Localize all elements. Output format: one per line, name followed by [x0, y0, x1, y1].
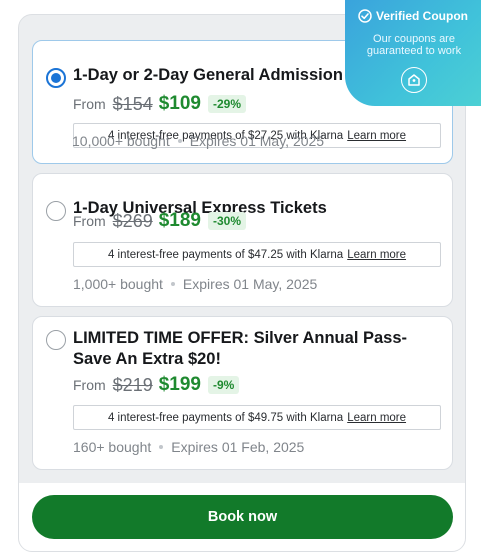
from-label: From [73, 96, 106, 112]
offer-title: LIMITED TIME OFFER: Silver Annual Pass- … [73, 329, 408, 368]
learn-more-link[interactable]: Learn more [347, 412, 406, 424]
old-price: $269 [112, 210, 153, 231]
new-price: $189 [158, 210, 201, 231]
radio-unselected[interactable] [46, 330, 66, 350]
discount-badge: -9% [208, 376, 240, 394]
badge-title: Verified Coupon [375, 9, 468, 23]
from-label: From [73, 377, 106, 393]
booking-footer: Book now [19, 483, 465, 551]
discount-badge: -30% [208, 212, 247, 230]
bought-count: 1,000+ bought [73, 276, 163, 292]
discount-badge: -29% [208, 95, 247, 113]
offer-meta: 160+ bought Expires 01 Feb, 2025 [73, 438, 304, 456]
old-price: $219 [112, 374, 153, 395]
offer-card-silver-annual-pass[interactable]: LIMITED TIME OFFER: Silver Annual Pass- … [32, 316, 453, 470]
expiry-date: Expires 01 May, 2025 [182, 276, 318, 292]
bought-count: 10,000+ bought [72, 133, 170, 149]
learn-more-link[interactable]: Learn more [347, 249, 406, 261]
klarna-payment-box: 4 interest-free payments of $47.25 with … [73, 242, 441, 267]
separator-dot [177, 139, 182, 143]
offer-card-universal-express[interactable]: 1-Day Universal Express Tickets From $26… [32, 173, 453, 307]
offer-meta: 10,000+ bought Expires 01 May, 2025 [72, 132, 324, 150]
from-label: From [73, 213, 106, 229]
book-now-button[interactable]: Book now [32, 495, 453, 539]
separator-dot [159, 445, 164, 449]
new-price: $199 [158, 374, 201, 395]
price-row: From $154 $109 -29% [73, 92, 247, 116]
separator-dot [170, 282, 175, 286]
radio-selected[interactable] [46, 68, 66, 88]
badge-subtitle: Our coupons are guaranteed to work [366, 33, 462, 57]
klarna-text: 4 interest-free payments of $47.25 with … [107, 248, 344, 261]
coupon-tag-icon [401, 67, 427, 93]
bought-count: 160+ bought [73, 439, 152, 455]
radio-unselected[interactable] [46, 201, 66, 221]
verified-coupon-badge: Verified Coupon Our coupons are guarante… [345, 0, 481, 106]
badge-header: Verified Coupon [345, 9, 481, 23]
old-price: $154 [112, 93, 153, 114]
price-row: From $219 $199 -9% [73, 373, 240, 397]
check-circle-icon [358, 9, 372, 23]
offer-meta: 1,000+ bought Expires 01 May, 2025 [73, 275, 317, 293]
new-price: $109 [158, 93, 201, 114]
expiry-date: Expires 01 Feb, 2025 [171, 439, 305, 455]
price-row: From $269 $189 -30% [73, 209, 247, 233]
expiry-date: Expires 01 May, 2025 [189, 133, 325, 149]
klarna-payment-box: 4 interest-free payments of $49.75 with … [73, 405, 441, 430]
klarna-text: 4 interest-free payments of $49.75 with … [107, 411, 344, 424]
learn-more-link[interactable]: Learn more [347, 130, 406, 142]
